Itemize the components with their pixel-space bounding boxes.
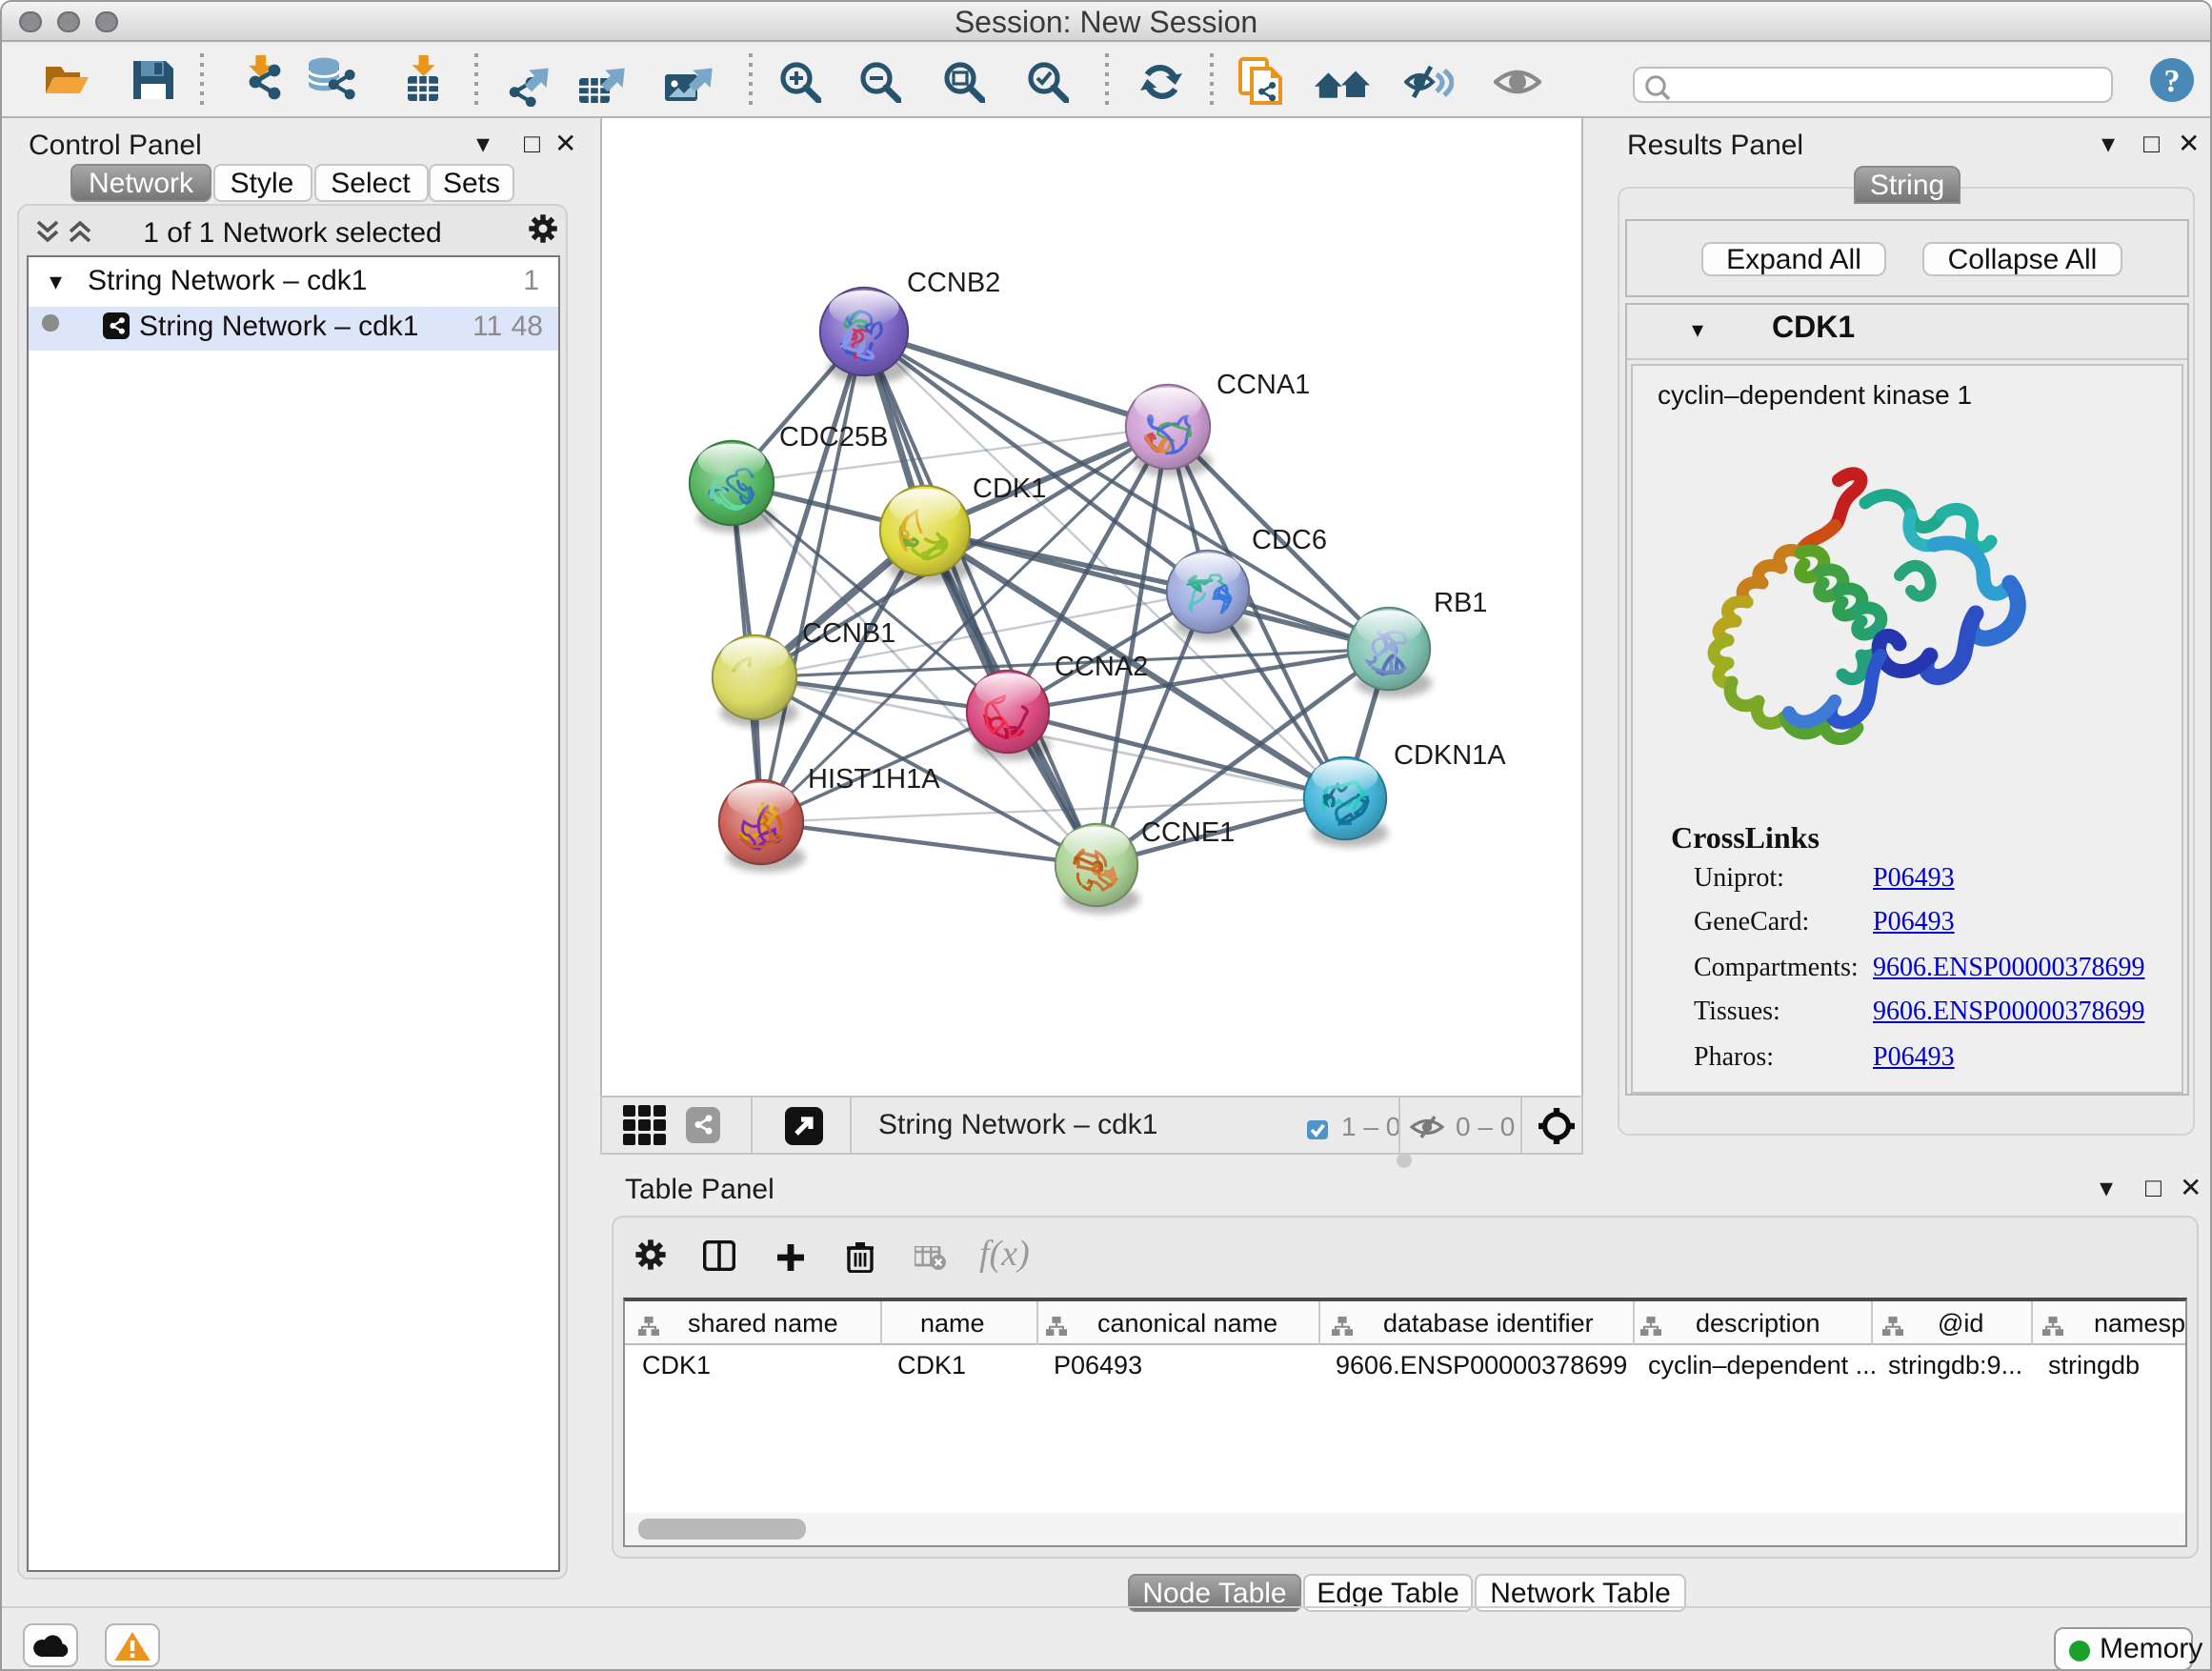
svg-text:RB1: RB1 [1434, 588, 1487, 618]
svg-text:CDC25B: CDC25B [779, 422, 888, 453]
svg-text:CCNA1: CCNA1 [1217, 370, 1310, 400]
svg-text:CCNE1: CCNE1 [1141, 817, 1235, 848]
svg-text:?: ? [2164, 64, 2181, 99]
svg-text:CCNB2: CCNB2 [907, 268, 1000, 298]
svg-text:CCNA2: CCNA2 [1055, 652, 1148, 682]
svg-text:CCNB1: CCNB1 [802, 618, 895, 649]
svg-text:CDC6: CDC6 [1252, 525, 1327, 555]
svg-text:HIST1H1A: HIST1H1A [808, 764, 940, 795]
svg-text:CDKN1A: CDKN1A [1394, 740, 1506, 771]
svg-text:CDK1: CDK1 [973, 473, 1046, 504]
